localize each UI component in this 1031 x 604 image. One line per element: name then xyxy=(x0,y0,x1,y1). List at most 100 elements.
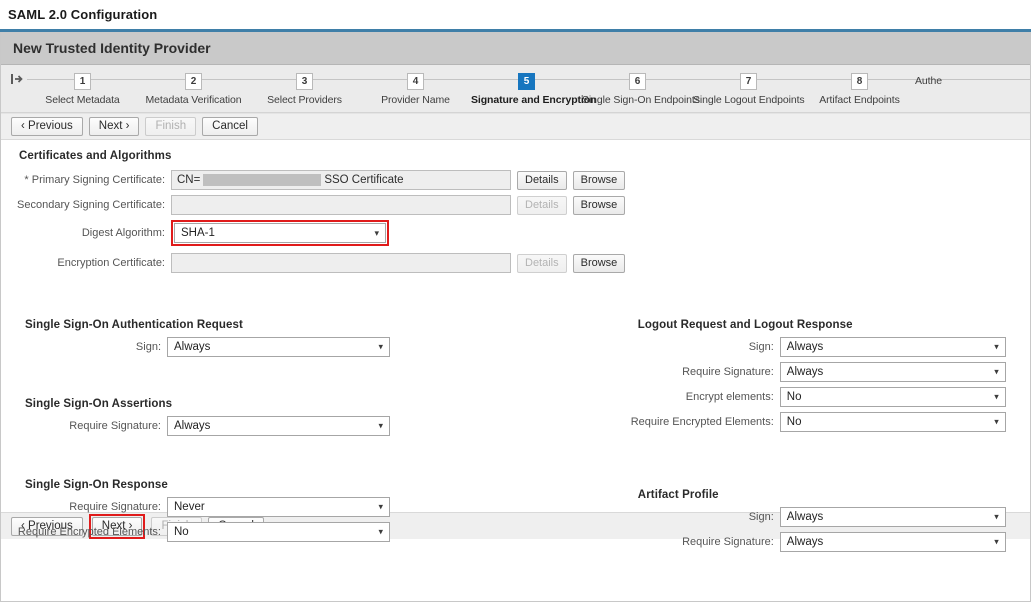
digest-algorithm-label: Digest Algorithm: xyxy=(1,227,171,239)
previous-button-top[interactable]: ‹ Previous xyxy=(11,117,83,136)
encryption-certificate-details-button: Details xyxy=(517,254,567,273)
sso-response-section: Single Sign-On Response Require Signatur… xyxy=(1,479,620,542)
secondary-certificate-browse-button[interactable]: Browse xyxy=(573,196,626,215)
logout-require-signature-value: Always xyxy=(787,366,823,378)
chevron-down-icon: ▾ xyxy=(994,537,999,548)
logout-section-title: Logout Request and Logout Response xyxy=(620,319,1030,331)
chevron-down-icon: ▾ xyxy=(378,502,383,513)
sso-assertions-require-signature-value: Always xyxy=(174,420,210,432)
sso-auth-request-title: Single Sign-On Authentication Request xyxy=(1,319,620,331)
wizard-step-label: Authe xyxy=(915,75,955,87)
wizard-step-number: 7 xyxy=(740,73,757,90)
wizard-step-number: 4 xyxy=(407,73,424,90)
chevron-down-icon: ▾ xyxy=(994,342,999,353)
primary-certificate-details-button[interactable]: Details xyxy=(517,171,567,190)
finish-button-top: Finish xyxy=(145,117,196,136)
primary-signing-certificate-label: * Primary Signing Certificate: xyxy=(1,174,171,186)
sso-auth-request-sign-label: Sign: xyxy=(1,341,167,353)
sso-response-require-encrypted-select[interactable]: No ▾ xyxy=(167,522,390,542)
certificate-cn-prefix: CN= xyxy=(177,174,200,186)
artifact-profile-title: Artifact Profile xyxy=(620,489,1030,501)
sso-auth-request-section: Single Sign-On Authentication Request Si… xyxy=(1,319,620,357)
sso-assertions-require-signature-row: Require Signature: Always ▾ xyxy=(1,416,620,436)
primary-signing-certificate-field[interactable]: CN= SSO Certificate xyxy=(171,170,511,190)
logout-encrypt-elements-select[interactable]: No ▾ xyxy=(780,387,1006,407)
primary-signing-certificate-row: * Primary Signing Certificate: CN= SSO C… xyxy=(1,170,1030,190)
wizard-toolbar-top: ‹ Previous Next › Finish Cancel xyxy=(1,113,1030,140)
digest-algorithm-select[interactable]: SHA-1 ▾ xyxy=(174,223,386,243)
sso-response-title: Single Sign-On Response xyxy=(1,479,620,491)
secondary-signing-certificate-label: Secondary Signing Certificate: xyxy=(1,199,171,211)
sso-response-require-signature-label: Require Signature: xyxy=(1,501,167,513)
wizard-step-3[interactable]: 3Select Providers xyxy=(249,65,360,106)
wizard-step-2[interactable]: 2 Metadata Verification xyxy=(138,65,249,106)
wizard-step-9[interactable]: Authe xyxy=(915,65,955,106)
digest-algorithm-row: Digest Algorithm: SHA-1 ▾ xyxy=(1,220,1030,246)
wizard-step-number: 1 xyxy=(74,73,91,90)
wizard-step-label: Select Providers xyxy=(249,94,360,106)
redacted-certificate-name xyxy=(203,174,321,186)
wizard-step-number: 5 xyxy=(518,73,535,90)
wizard-step-label: Artifact Endpoints xyxy=(804,94,915,106)
sso-response-require-signature-select[interactable]: Never ▾ xyxy=(167,497,390,517)
sso-auth-request-sign-row: Sign: Always ▾ xyxy=(1,337,620,357)
artifact-require-signature-select[interactable]: Always ▾ xyxy=(780,532,1006,552)
artifact-profile-section: Artifact Profile Sign: Always ▾ Require … xyxy=(620,489,1030,552)
wizard-step-label: Metadata Verification xyxy=(138,94,249,106)
sso-assertions-title: Single Sign-On Assertions xyxy=(1,398,620,410)
artifact-require-signature-row: Require Signature: Always ▾ xyxy=(620,532,1030,552)
primary-certificate-browse-button[interactable]: Browse xyxy=(573,171,626,190)
artifact-sign-label: Sign: xyxy=(620,511,780,523)
sso-response-require-encrypted-row: Require Encrypted Elements: No ▾ xyxy=(1,522,620,542)
sso-response-require-encrypted-label: Require Encrypted Elements: xyxy=(1,526,167,538)
logout-sign-select[interactable]: Always ▾ xyxy=(780,337,1006,357)
wizard-step-6[interactable]: 6Single Sign-On Endpoints xyxy=(582,65,693,106)
logout-require-signature-row: Require Signature: Always ▾ xyxy=(620,362,1030,382)
cancel-button-top[interactable]: Cancel xyxy=(202,117,258,136)
sso-assertions-section: Single Sign-On Assertions Require Signat… xyxy=(1,398,620,436)
encryption-certificate-field[interactable] xyxy=(171,253,511,273)
logout-encrypt-elements-label: Encrypt elements: xyxy=(620,391,780,403)
wizard-step-number: 2 xyxy=(185,73,202,90)
artifact-sign-select[interactable]: Always ▾ xyxy=(780,507,1006,527)
secondary-signing-certificate-row: Secondary Signing Certificate: Details B… xyxy=(1,195,1030,215)
chevron-down-icon: ▾ xyxy=(994,512,999,523)
logout-sign-label: Sign: xyxy=(620,341,780,353)
sso-assertions-require-signature-select[interactable]: Always ▾ xyxy=(167,416,390,436)
logout-require-encrypted-select[interactable]: No ▾ xyxy=(780,412,1006,432)
wizard-step-number: 6 xyxy=(629,73,646,90)
wizard-step-label: Single Logout Endpoints xyxy=(693,94,804,106)
step-into-icon xyxy=(10,72,24,86)
page-title: SAML 2.0 Configuration xyxy=(0,0,1031,22)
logout-sign-row: Sign: Always ▾ xyxy=(620,337,1030,357)
wizard-step-label: Select Metadata xyxy=(27,94,138,106)
wizard-step-label: Signature and Encryption xyxy=(471,94,582,106)
wizard-step-5[interactable]: 5 Signature and Encryption xyxy=(471,65,582,106)
digest-algorithm-highlight: SHA-1 ▾ xyxy=(171,220,389,246)
chevron-down-icon: ▾ xyxy=(994,392,999,403)
next-button-top[interactable]: Next › xyxy=(89,117,140,136)
wizard-step-label: Provider Name xyxy=(360,94,471,106)
logout-require-signature-select[interactable]: Always ▾ xyxy=(780,362,1006,382)
artifact-require-signature-value: Always xyxy=(787,536,823,548)
chevron-down-icon: ▾ xyxy=(994,417,999,428)
logout-require-encrypted-label: Require Encrypted Elements: xyxy=(620,416,780,428)
chevron-down-icon: ▾ xyxy=(994,367,999,378)
panel-header-title: New Trusted Identity Provider xyxy=(13,40,211,56)
panel-header: New Trusted Identity Provider xyxy=(1,32,1030,65)
secondary-signing-certificate-field[interactable] xyxy=(171,195,511,215)
form-body: Certificates and Algorithms * Primary Si… xyxy=(1,140,1030,512)
wizard-step-8[interactable]: 8Artifact Endpoints xyxy=(804,65,915,106)
wizard-step-7[interactable]: 7 Single Logout Endpoints xyxy=(693,65,804,106)
certificate-suffix: SSO Certificate xyxy=(324,174,403,186)
wizard-step-4[interactable]: 4 Provider Name xyxy=(360,65,471,106)
logout-require-encrypted-value: No xyxy=(787,416,802,428)
encryption-certificate-browse-button[interactable]: Browse xyxy=(573,254,626,273)
sso-auth-request-sign-select[interactable]: Always ▾ xyxy=(167,337,390,357)
chevron-down-icon: ▾ xyxy=(378,342,383,353)
artifact-sign-row: Sign: Always ▾ xyxy=(620,507,1030,527)
wizard-step-1[interactable]: 1 Select Metadata xyxy=(27,65,138,106)
logout-encrypt-elements-row: Encrypt elements: No ▾ xyxy=(620,387,1030,407)
logout-require-encrypted-row: Require Encrypted Elements: No ▾ xyxy=(620,412,1030,432)
secondary-certificate-details-button: Details xyxy=(517,196,567,215)
